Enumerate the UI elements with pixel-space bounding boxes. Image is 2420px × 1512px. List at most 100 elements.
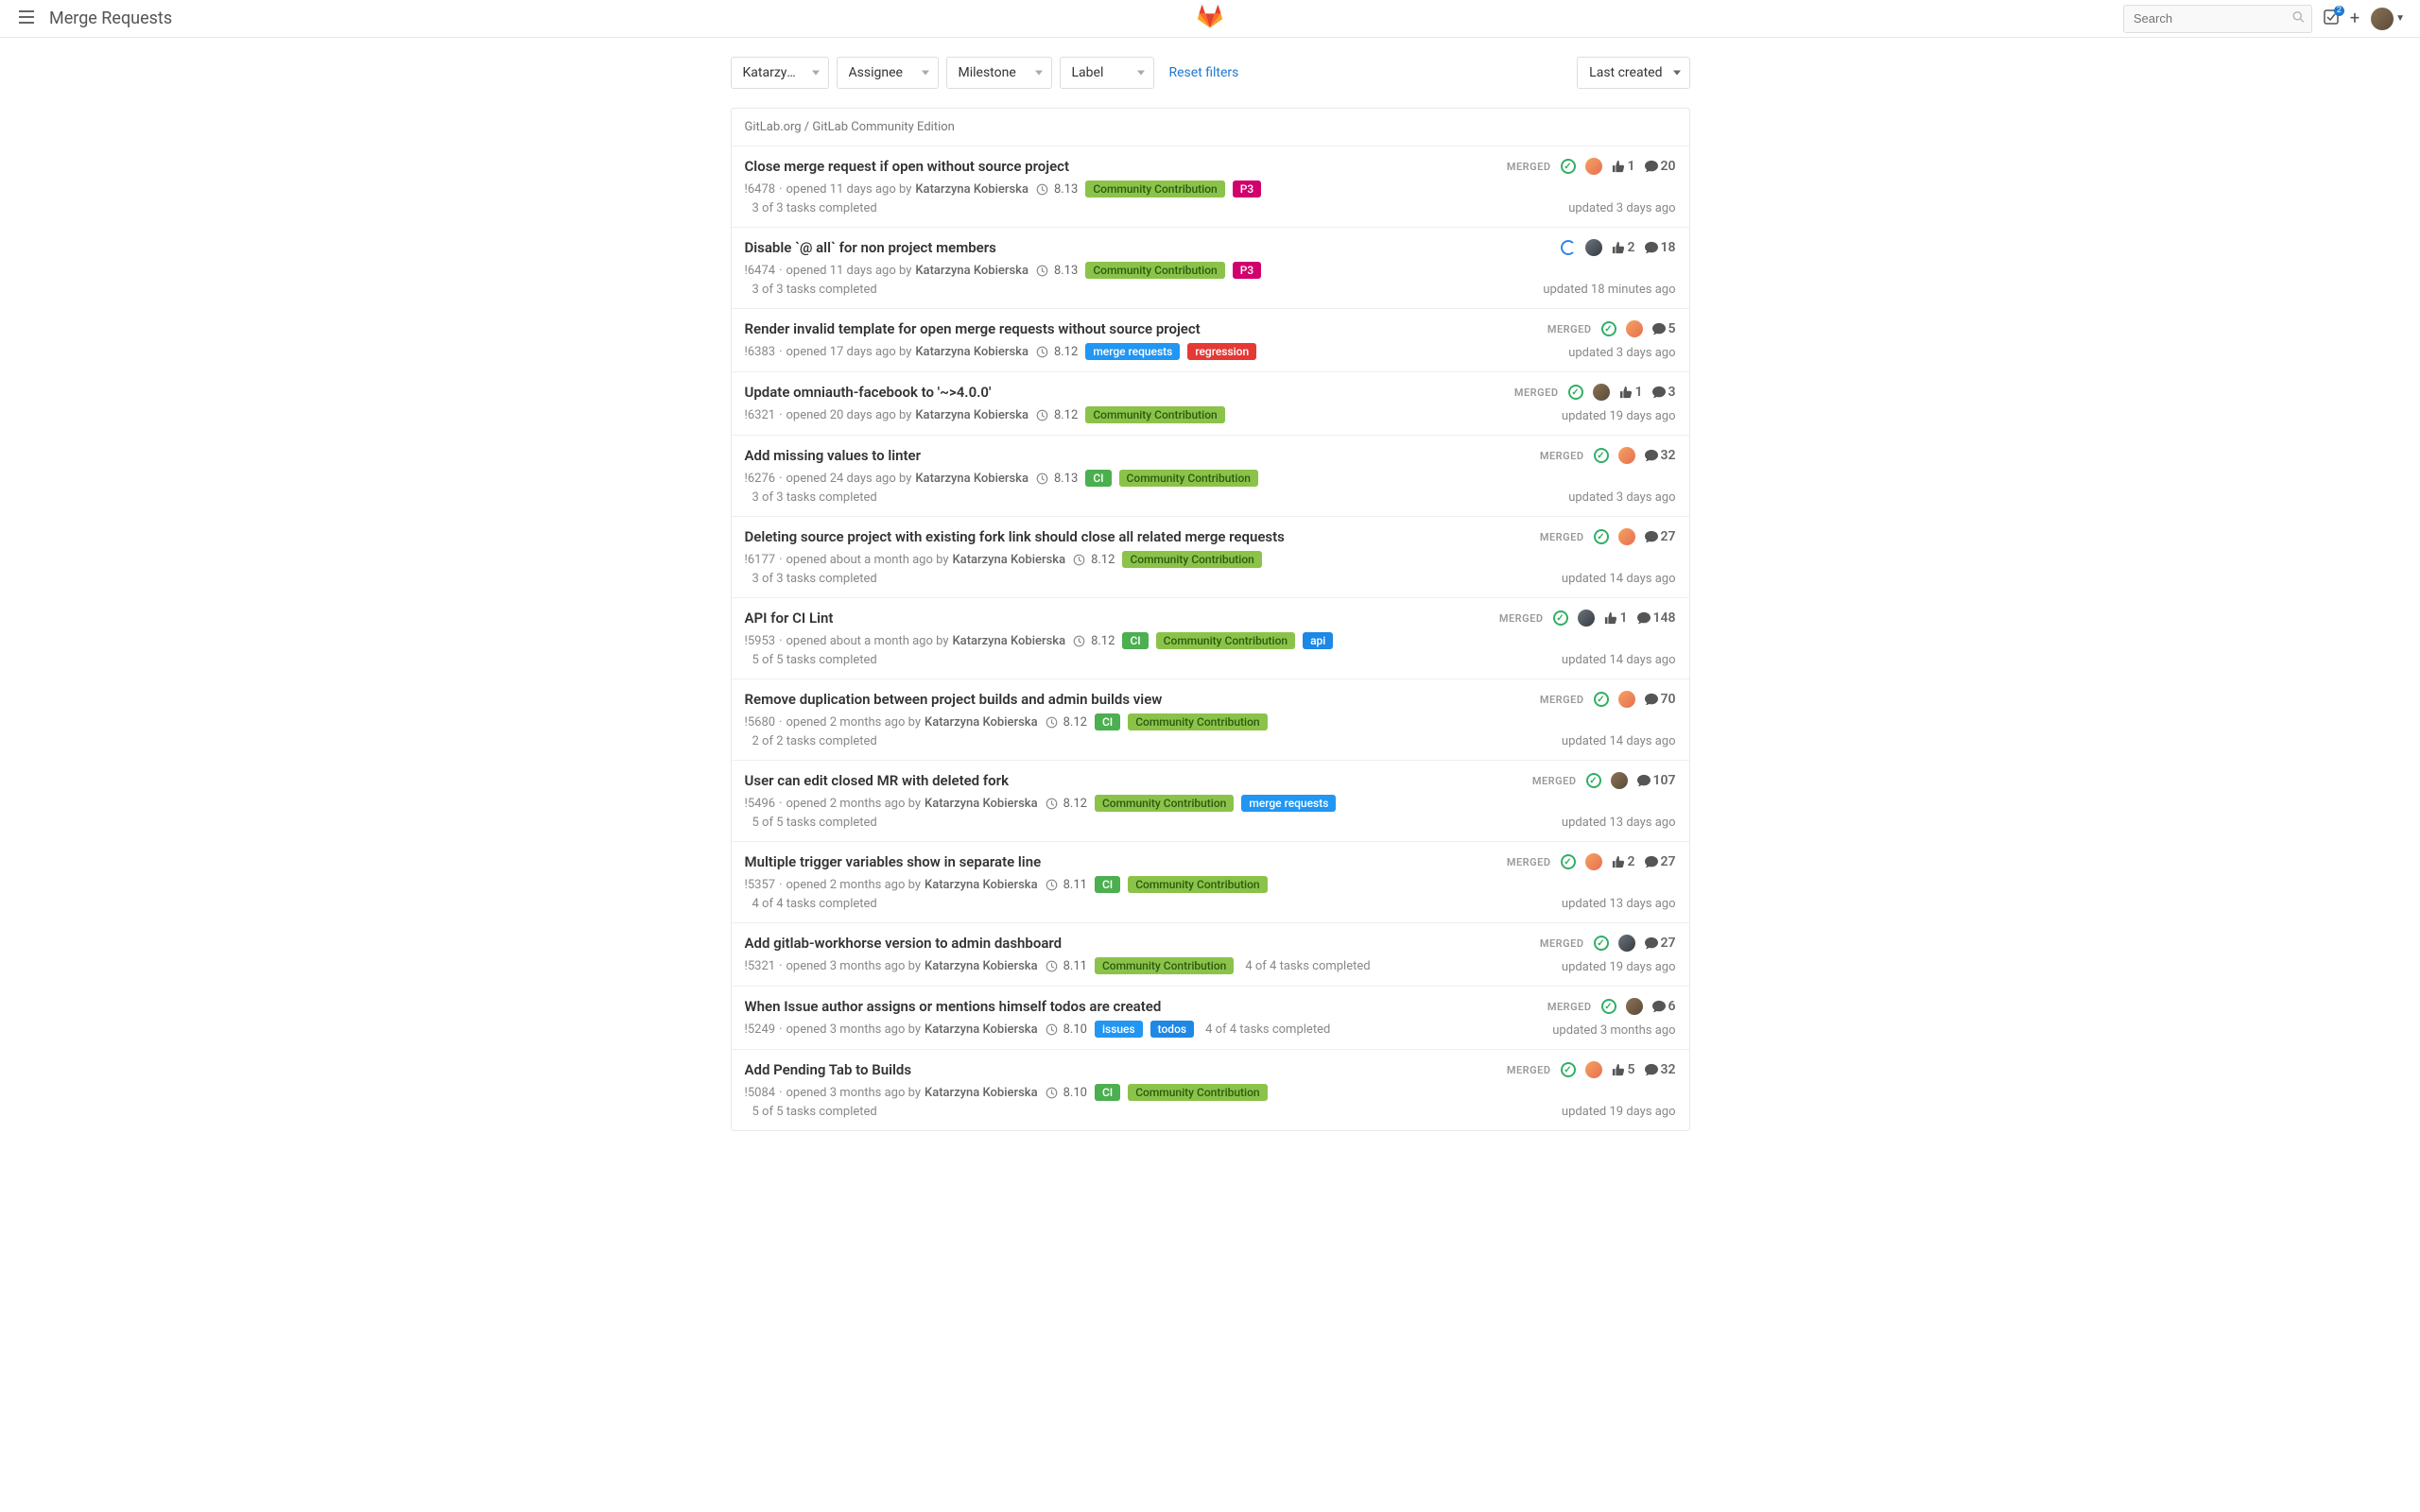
- mr-ref[interactable]: !6478: [745, 182, 776, 197]
- ci-status-icon[interactable]: [1561, 240, 1576, 255]
- label-community[interactable]: Community Contribution: [1119, 470, 1258, 487]
- plus-icon[interactable]: +: [2350, 9, 2360, 28]
- label-ci[interactable]: CI: [1095, 713, 1120, 730]
- label-ci[interactable]: CI: [1085, 470, 1111, 487]
- assignee-avatar[interactable]: [1618, 935, 1635, 952]
- label-p3[interactable]: P3: [1233, 180, 1261, 198]
- mr-ref[interactable]: !5680: [745, 715, 776, 730]
- assignee-avatar[interactable]: [1585, 239, 1602, 256]
- user-menu[interactable]: ▼: [2371, 8, 2405, 30]
- assignee-avatar[interactable]: [1618, 528, 1635, 545]
- mr-title[interactable]: Add Pending Tab to Builds: [745, 1061, 1383, 1078]
- assignee-avatar[interactable]: [1611, 772, 1628, 789]
- ci-status-icon[interactable]: [1594, 448, 1609, 463]
- milestone-link[interactable]: 8.13: [1054, 182, 1078, 197]
- label-community[interactable]: Community Contribution: [1128, 713, 1267, 730]
- author-link[interactable]: Katarzyna Kobierska: [925, 959, 1038, 973]
- thumbs-up-stat[interactable]: 1: [1612, 159, 1635, 174]
- mr-title[interactable]: Add gitlab-workhorse version to admin da…: [745, 935, 1383, 952]
- author-link[interactable]: Katarzyna Kobierska: [925, 1022, 1038, 1037]
- comments-stat[interactable]: 3: [1652, 385, 1676, 400]
- label-merge-requests[interactable]: merge requests: [1241, 795, 1336, 812]
- ci-status-icon[interactable]: [1594, 529, 1609, 544]
- milestone-link[interactable]: 8.12: [1054, 345, 1078, 359]
- mr-title[interactable]: Multiple trigger variables show in separ…: [745, 853, 1383, 870]
- assignee-avatar[interactable]: [1585, 158, 1602, 175]
- label-ci[interactable]: CI: [1095, 876, 1120, 893]
- thumbs-up-stat[interactable]: 2: [1612, 240, 1635, 255]
- label-filter[interactable]: Label: [1060, 57, 1154, 89]
- sort-dropdown[interactable]: Last created: [1577, 57, 1689, 89]
- author-link[interactable]: Katarzyna Kobierska: [925, 1086, 1038, 1100]
- ci-status-icon[interactable]: [1561, 854, 1576, 869]
- milestone-link[interactable]: 8.13: [1054, 264, 1078, 278]
- comments-stat[interactable]: 27: [1645, 936, 1676, 951]
- mr-ref[interactable]: !6383: [745, 345, 776, 359]
- comments-stat[interactable]: 70: [1645, 692, 1676, 707]
- author-link[interactable]: Katarzyna Kobierska: [925, 715, 1038, 730]
- label-community[interactable]: Community Contribution: [1095, 795, 1234, 812]
- author-filter[interactable]: Katarzyna Ko…: [731, 57, 829, 89]
- ci-status-icon[interactable]: [1568, 385, 1583, 400]
- label-community[interactable]: Community Contribution: [1156, 632, 1295, 649]
- milestone-link[interactable]: 8.12: [1091, 553, 1115, 567]
- assignee-avatar[interactable]: [1618, 691, 1635, 708]
- mr-ref[interactable]: !6276: [745, 472, 776, 486]
- mr-title[interactable]: Close merge request if open without sour…: [745, 158, 1383, 175]
- label-api[interactable]: api: [1303, 632, 1333, 649]
- label-community[interactable]: Community Contribution: [1128, 1084, 1267, 1101]
- assignee-avatar[interactable]: [1585, 1061, 1602, 1078]
- mr-title[interactable]: User can edit closed MR with deleted for…: [745, 772, 1383, 789]
- mr-ref[interactable]: !5321: [745, 959, 776, 973]
- milestone-link[interactable]: 8.12: [1063, 715, 1087, 730]
- ci-status-icon[interactable]: [1601, 999, 1616, 1014]
- assignee-avatar[interactable]: [1578, 610, 1595, 627]
- comments-stat[interactable]: 107: [1637, 773, 1676, 788]
- label-issues[interactable]: issues: [1095, 1021, 1143, 1038]
- hamburger-icon[interactable]: [15, 7, 38, 31]
- ci-status-icon[interactable]: [1561, 1062, 1576, 1077]
- label-todos[interactable]: todos: [1150, 1021, 1194, 1038]
- ci-status-icon[interactable]: [1553, 610, 1568, 626]
- ci-status-icon[interactable]: [1594, 936, 1609, 951]
- reset-filters-link[interactable]: Reset filters: [1169, 65, 1239, 80]
- label-community[interactable]: Community Contribution: [1085, 406, 1224, 423]
- search-input[interactable]: [2123, 5, 2312, 33]
- mr-title[interactable]: Update omniauth-facebook to '~>4.0.0': [745, 384, 1383, 401]
- author-link[interactable]: Katarzyna Kobierska: [915, 264, 1028, 278]
- comments-stat[interactable]: 27: [1645, 854, 1676, 869]
- milestone-link[interactable]: 8.10: [1063, 1086, 1087, 1100]
- assignee-filter[interactable]: Assignee: [837, 57, 939, 89]
- comments-stat[interactable]: 6: [1652, 999, 1676, 1014]
- label-merge-requests[interactable]: merge requests: [1085, 343, 1180, 360]
- mr-title[interactable]: Disable `@ all` for non project members: [745, 239, 1383, 256]
- mr-title[interactable]: When Issue author assigns or mentions hi…: [745, 998, 1383, 1015]
- mr-ref[interactable]: !6177: [745, 553, 776, 567]
- assignee-avatar[interactable]: [1626, 320, 1643, 337]
- label-community[interactable]: Community Contribution: [1085, 262, 1224, 279]
- mr-ref[interactable]: !5953: [745, 634, 776, 648]
- gitlab-logo-icon[interactable]: [1197, 5, 1223, 33]
- ci-status-icon[interactable]: [1594, 692, 1609, 707]
- comments-stat[interactable]: 27: [1645, 529, 1676, 544]
- mr-title[interactable]: Add missing values to linter: [745, 447, 1383, 464]
- label-community[interactable]: Community Contribution: [1128, 876, 1267, 893]
- assignee-avatar[interactable]: [1593, 384, 1610, 401]
- milestone-link[interactable]: 8.12: [1054, 408, 1078, 422]
- comments-stat[interactable]: 148: [1637, 610, 1676, 626]
- ci-status-icon[interactable]: [1601, 321, 1616, 336]
- comments-stat[interactable]: 5: [1652, 321, 1676, 336]
- label-community[interactable]: Community Contribution: [1122, 551, 1261, 568]
- mr-ref[interactable]: !6474: [745, 264, 776, 278]
- comments-stat[interactable]: 18: [1645, 240, 1676, 255]
- author-link[interactable]: Katarzyna Kobierska: [915, 182, 1028, 197]
- milestone-link[interactable]: 8.10: [1063, 1022, 1087, 1037]
- label-ci[interactable]: CI: [1122, 632, 1148, 649]
- thumbs-up-stat[interactable]: 1: [1604, 610, 1628, 626]
- author-link[interactable]: Katarzyna Kobierska: [925, 797, 1038, 811]
- mr-title[interactable]: API for CI Lint: [745, 610, 1383, 627]
- author-link[interactable]: Katarzyna Kobierska: [915, 345, 1028, 359]
- mr-ref[interactable]: !5357: [745, 878, 776, 892]
- author-link[interactable]: Katarzyna Kobierska: [952, 634, 1065, 648]
- label-community[interactable]: Community Contribution: [1085, 180, 1224, 198]
